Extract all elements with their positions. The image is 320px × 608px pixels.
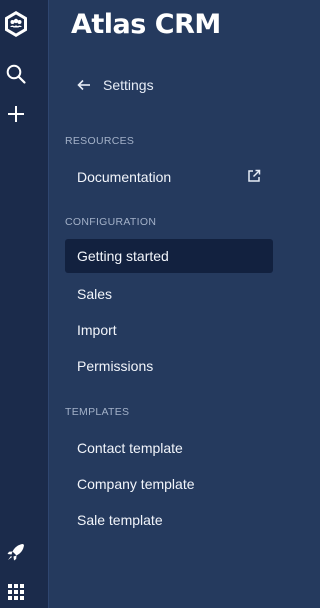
- nav-item-label: Documentation: [77, 169, 172, 185]
- nav-item-company-template[interactable]: Company template: [65, 467, 273, 501]
- nav-item-import[interactable]: Import: [65, 313, 273, 347]
- nav-item-label: Import: [77, 322, 117, 338]
- nav-item-contact-template[interactable]: Contact template: [65, 431, 273, 465]
- nav-item-label: Company template: [77, 476, 195, 492]
- nav-item-label: Getting started: [77, 248, 169, 264]
- app-logo-icon[interactable]: [0, 8, 32, 40]
- nav-item-label: Contact template: [77, 440, 183, 456]
- apps-grid-icon[interactable]: [0, 576, 32, 608]
- icon-rail: [0, 0, 48, 608]
- rocket-icon[interactable]: [0, 536, 32, 568]
- external-link-icon: [247, 169, 261, 186]
- nav-item-getting-started[interactable]: Getting started: [65, 239, 273, 273]
- nav-item-label: Permissions: [77, 358, 154, 374]
- settings-nav-panel: Atlas CRM Settings RESOURCES Documentati…: [48, 0, 293, 608]
- section-title-configuration: CONFIGURATION: [65, 216, 157, 228]
- app-title: Atlas CRM: [71, 9, 221, 40]
- back-to-settings-link[interactable]: Settings: [77, 74, 154, 96]
- section-title-templates: TEMPLATES: [65, 406, 130, 418]
- nav-item-permissions[interactable]: Permissions: [65, 349, 273, 383]
- section-title-resources: RESOURCES: [65, 135, 135, 147]
- nav-item-documentation[interactable]: Documentation: [65, 160, 273, 194]
- arrow-left-icon: [77, 79, 95, 91]
- nav-item-sale-template[interactable]: Sale template: [65, 503, 273, 537]
- plus-icon[interactable]: [0, 98, 32, 130]
- nav-item-label: Sale template: [77, 512, 163, 528]
- nav-item-label: Sales: [77, 286, 113, 302]
- search-icon[interactable]: [0, 58, 32, 90]
- nav-item-sales[interactable]: Sales: [65, 277, 273, 311]
- back-label: Settings: [103, 77, 154, 93]
